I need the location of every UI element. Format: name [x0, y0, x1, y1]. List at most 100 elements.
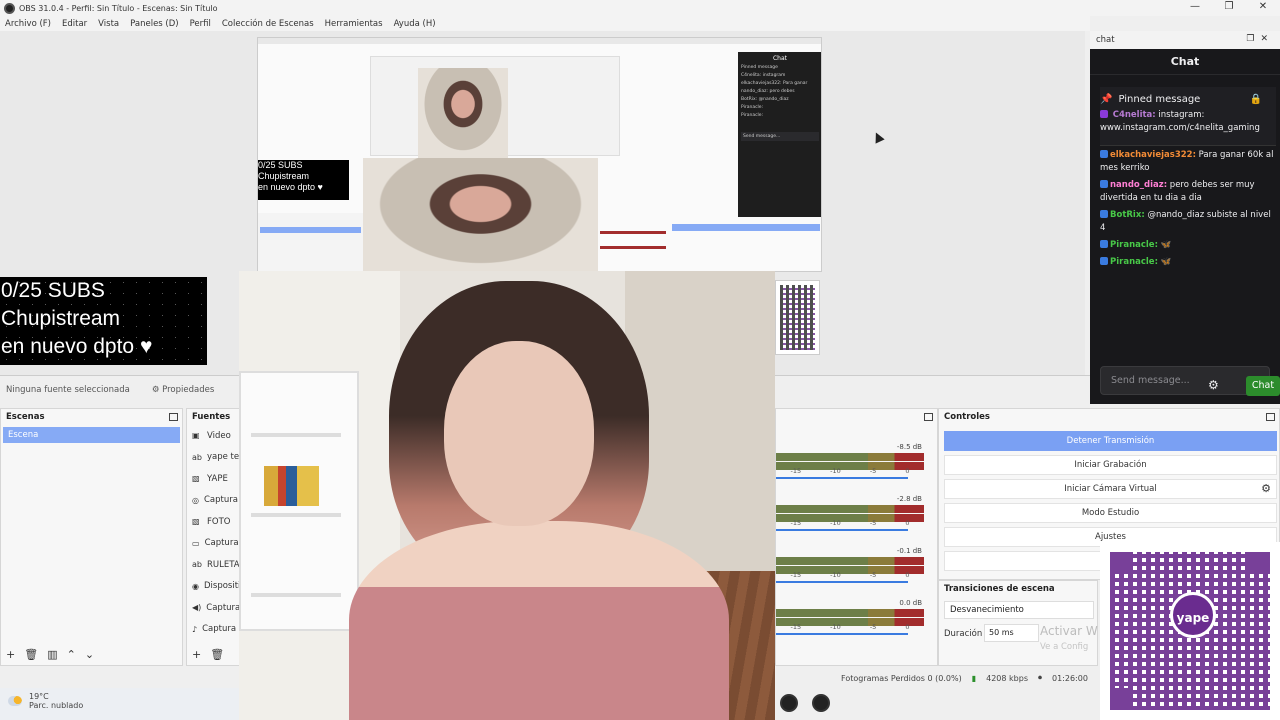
- volume-db: 0.0 dB: [899, 599, 922, 607]
- meter-ticks: -15 -10 -5 0: [776, 623, 924, 631]
- gear-icon[interactable]: ⚙: [1261, 482, 1271, 495]
- partly-cloudy-icon: [8, 696, 22, 706]
- mini-scenes-panel: [258, 213, 363, 271]
- menu-profile[interactable]: Perfil: [190, 19, 211, 29]
- volume-slider[interactable]: [776, 581, 908, 583]
- chat-username[interactable]: nando_diaz:: [1110, 180, 1167, 190]
- chat-settings-icon[interactable]: ⚙: [1208, 378, 1219, 392]
- no-source-label: Ninguna fuente seleccionada: [6, 385, 130, 395]
- add-icon[interactable]: +: [6, 648, 15, 661]
- minimize-button[interactable]: —: [1178, 0, 1212, 16]
- chat-dock: chat ❐✕ Chat 📌 Pinned message 🔒 C4nelita…: [1090, 31, 1280, 404]
- source-item[interactable]: ◉ Dispositivo: [187, 576, 240, 598]
- undock-icon[interactable]: [169, 413, 178, 421]
- menu-view[interactable]: Vista: [98, 19, 119, 29]
- add-source-icon[interactable]: +: [192, 648, 201, 661]
- source-item[interactable]: ▧ YAPE: [187, 468, 240, 490]
- lock-icon[interactable]: 🔒: [1250, 93, 1262, 106]
- menu-docks[interactable]: Paneles (D): [130, 19, 178, 29]
- source-label: RULETA: [206, 559, 240, 570]
- weather-widget[interactable]: 19°C Parc. nublado: [8, 692, 83, 710]
- source-item[interactable]: ◀) Captura de: [187, 597, 240, 619]
- menu-tools[interactable]: Herramientas: [325, 19, 383, 29]
- mini-chat: Chat Pinned message C4nelita: instagram …: [738, 52, 821, 217]
- source-item[interactable]: ◎ Captura de: [187, 490, 240, 512]
- chat-username[interactable]: BotRix:: [1110, 210, 1145, 220]
- source-item[interactable]: ab RULETA: [187, 554, 240, 576]
- volume-slider[interactable]: [776, 529, 908, 531]
- menu-help[interactable]: Ayuda (H): [394, 19, 436, 29]
- chat-username[interactable]: Piranacle:: [1110, 240, 1158, 250]
- duration-label: Duración: [944, 629, 983, 639]
- volume-meter: [776, 505, 924, 513]
- volume-db: -0.1 dB: [896, 547, 922, 555]
- studio-mode-button[interactable]: Modo Estudio: [944, 503, 1277, 523]
- source-item[interactable]: ab yape text: [187, 447, 240, 469]
- pinned-title-row: 📌 Pinned message 🔒: [1100, 93, 1276, 106]
- undock-icon[interactable]: [924, 413, 933, 421]
- source-item[interactable]: ▭ Captura de: [187, 533, 240, 555]
- meter-tick: -5: [869, 519, 877, 527]
- meter-tick: -15: [790, 467, 802, 475]
- mini-overlay-line: 0/25 SUBS: [258, 160, 303, 170]
- close-button[interactable]: ✕: [1246, 0, 1280, 16]
- streamer-body: [349, 521, 729, 720]
- window-icon: ▭: [192, 538, 200, 548]
- source-item[interactable]: ▧ FOTO: [187, 511, 240, 533]
- maximize-button[interactable]: ❐: [1212, 0, 1246, 16]
- menu-file[interactable]: Archivo (F): [5, 19, 51, 29]
- source-item[interactable]: ♪ Captura de: [187, 619, 240, 641]
- source-label: Dispositivo: [203, 581, 240, 592]
- screen-capture-source: 0/25 SUBS Chupistream en nuevo dpto ♥ Ch…: [257, 37, 822, 272]
- chat-message: Piranacle: 🦋: [1100, 256, 1276, 269]
- activate-windows-subtext: Ve a Config: [1040, 642, 1089, 652]
- chat-text: 🦋: [1160, 257, 1172, 267]
- menu-scene-collection[interactable]: Colección de Escenas: [222, 19, 314, 29]
- move-down-icon[interactable]: ⌄: [85, 648, 94, 661]
- properties-button[interactable]: ⚙ Propiedades: [152, 385, 214, 395]
- move-up-icon[interactable]: ⌃: [67, 648, 76, 661]
- duration-input[interactable]: 50 ms: [984, 624, 1039, 642]
- sources-list: ▣ Video ab yape text ▧ YAPE ◎ Captura de ▧ FOTO ▭ C…: [187, 425, 240, 640]
- filter-icon[interactable]: ▥: [47, 648, 57, 661]
- scenes-panel: Escenas Escena + 🗑 ▥ ⌃ ⌄: [0, 408, 183, 666]
- mini-chat-line: Piranacle:: [741, 105, 764, 110]
- start-virtual-camera-button[interactable]: Iniciar Cámara Virtual: [944, 479, 1277, 499]
- volume-meter: [776, 609, 924, 617]
- chat-username[interactable]: Piranacle:: [1110, 257, 1158, 267]
- meter-ticks: -15 -10 -5 0: [776, 519, 924, 527]
- chat-username[interactable]: elkachaviejas322:: [1110, 150, 1196, 160]
- badge-icon: [1100, 240, 1108, 248]
- chat-input[interactable]: Send message...: [1100, 366, 1270, 395]
- scene-item[interactable]: Escena: [3, 427, 180, 443]
- mixer-track: -0.1 dB -15 -10 -5 0: [776, 547, 926, 587]
- trash-icon[interactable]: 🗑: [24, 648, 38, 661]
- window-title: OBS 31.0.4 - Perfil: Sin Título - Escena…: [19, 3, 218, 13]
- webcam-source: [239, 271, 775, 720]
- start-recording-button[interactable]: Iniciar Grabación: [944, 455, 1277, 475]
- chat-message: Piranacle: 🦋: [1100, 239, 1276, 252]
- obs-taskbar-icon[interactable]: [812, 694, 830, 712]
- remove-source-icon[interactable]: 🗑: [210, 648, 224, 661]
- transition-select[interactable]: Desvanecimiento: [944, 601, 1094, 619]
- undock-icon[interactable]: [1266, 413, 1275, 421]
- transitions-title: Transiciones de escena: [944, 584, 1055, 594]
- stop-streaming-button[interactable]: Detener Transmisión: [944, 431, 1277, 451]
- window-controls: — ❐ ✕: [1178, 0, 1280, 16]
- source-toolbar: Ninguna fuente seleccionada ⚙ Propiedade…: [0, 380, 239, 400]
- mini-webcam: [363, 158, 598, 271]
- volume-slider[interactable]: [776, 633, 908, 635]
- mini-chat-line: BotRix: @nando_diaz: [741, 97, 789, 102]
- mini-overlay-line: Chupistream: [258, 171, 310, 181]
- qr-code-small: [775, 280, 820, 355]
- meter-tick: -5: [869, 623, 877, 631]
- dock-controls[interactable]: ❐✕: [1246, 34, 1274, 44]
- chat-send-button[interactable]: Chat: [1246, 376, 1280, 396]
- menu-edit[interactable]: Editar: [62, 19, 87, 29]
- source-label: Video: [207, 430, 231, 441]
- meter-tick: 0: [905, 623, 910, 631]
- meter-tick: -10: [830, 519, 841, 527]
- volume-slider[interactable]: [776, 477, 908, 479]
- source-item[interactable]: ▣ Video: [187, 425, 240, 447]
- obs-taskbar-icon[interactable]: [780, 694, 798, 712]
